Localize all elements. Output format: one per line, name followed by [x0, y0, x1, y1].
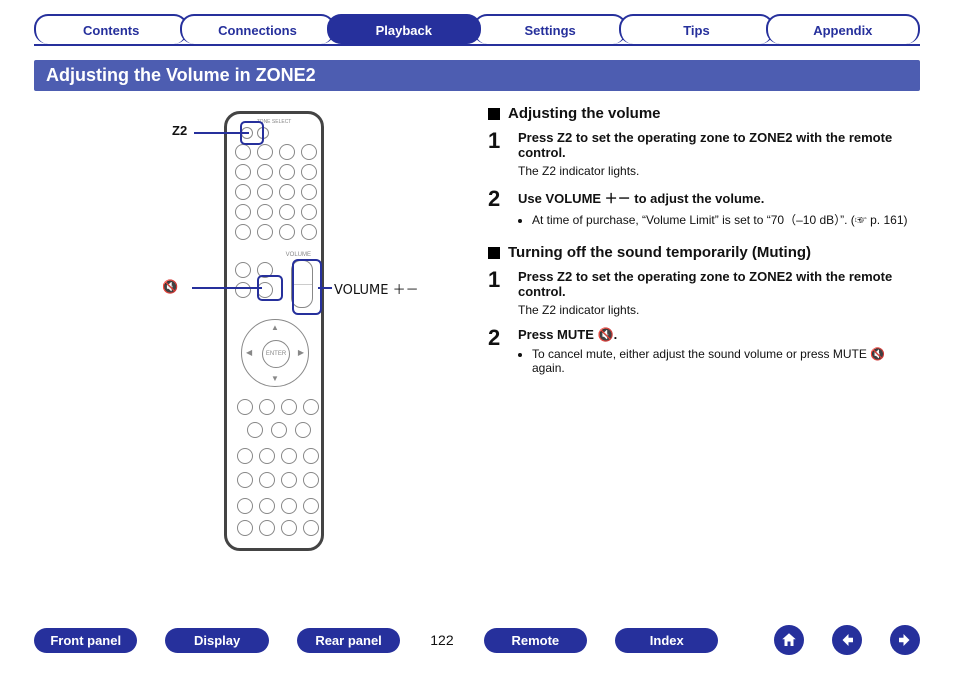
step-note: To cancel mute, either adjust the sound …	[532, 347, 920, 375]
remote-callout-volume: VOLUME ＋－	[334, 279, 419, 298]
step-number: 1	[488, 269, 506, 317]
footer-link-rear-panel[interactable]: Rear panel	[297, 628, 400, 653]
step-number: 2	[488, 327, 506, 377]
footer-link-remote[interactable]: Remote	[484, 628, 587, 653]
step-title: Press MUTE 🔇.	[518, 327, 920, 343]
step-title: Use VOLUME ＋－ to adjust the volume.	[518, 188, 920, 207]
step-note: At time of purchase, “Volume Limit” is s…	[532, 211, 920, 228]
step-b1: 1 Press Z2 to set the operating zone to …	[488, 269, 920, 317]
tab-playback[interactable]: Playback	[327, 14, 481, 44]
footer-nav: Front panel Display Rear panel 122 Remot…	[34, 625, 920, 655]
tab-tips[interactable]: Tips	[619, 14, 773, 44]
section-muting-heading: Turning off the sound temporarily (Mutin…	[488, 244, 920, 261]
square-bullet-icon	[488, 108, 500, 120]
remote-highlight-volume	[292, 259, 322, 315]
leader-line	[192, 287, 262, 289]
next-page-button[interactable]	[890, 625, 920, 655]
remote-highlight-mute	[257, 275, 283, 301]
page-title: Adjusting the Volume in ZONE2	[34, 60, 920, 91]
square-bullet-icon	[488, 247, 500, 259]
mute-icon: 🔇	[162, 279, 178, 294]
main-content: ZONE SELECT	[34, 101, 920, 561]
footer-link-display[interactable]: Display	[165, 628, 268, 653]
step-number: 2	[488, 188, 506, 230]
prev-page-button[interactable]	[832, 625, 862, 655]
tab-contents[interactable]: Contents	[34, 14, 188, 44]
tab-settings[interactable]: Settings	[473, 14, 627, 44]
step-desc: The Z2 indicator lights.	[518, 303, 920, 317]
remote-outline: ZONE SELECT	[224, 111, 324, 551]
home-button[interactable]	[774, 625, 804, 655]
step-b2: 2 Press MUTE 🔇. To cancel mute, either a…	[488, 327, 920, 377]
top-tabs: Contents Connections Playback Settings T…	[34, 14, 920, 46]
remote-highlight-z2	[240, 121, 264, 145]
step-title: Press Z2 to set the operating zone to ZO…	[518, 130, 920, 160]
home-icon	[780, 631, 798, 649]
step-number: 1	[488, 130, 506, 178]
arrow-left-icon	[838, 631, 856, 649]
remote-illustration: ZONE SELECT	[34, 101, 464, 561]
step-a1: 1 Press Z2 to set the operating zone to …	[488, 130, 920, 178]
instructions: Adjusting the volume 1 Press Z2 to set t…	[488, 101, 920, 561]
footer-link-front-panel[interactable]: Front panel	[34, 628, 137, 653]
step-desc: The Z2 indicator lights.	[518, 164, 920, 178]
footer-link-index[interactable]: Index	[615, 628, 718, 653]
arrow-right-icon	[896, 631, 914, 649]
remote-callout-z2: Z2	[172, 123, 187, 138]
tab-connections[interactable]: Connections	[180, 14, 334, 44]
section-heading-text: Adjusting the volume	[508, 105, 661, 122]
remote-callout-mute: 🔇	[162, 279, 178, 295]
section-adjust-volume-heading: Adjusting the volume	[488, 105, 920, 122]
tab-appendix[interactable]: Appendix	[766, 14, 920, 44]
page-number: 122	[430, 632, 453, 648]
step-a2: 2 Use VOLUME ＋－ to adjust the volume. At…	[488, 188, 920, 230]
section-heading-text: Turning off the sound temporarily (Mutin…	[508, 244, 811, 261]
step-title: Press Z2 to set the operating zone to ZO…	[518, 269, 920, 299]
